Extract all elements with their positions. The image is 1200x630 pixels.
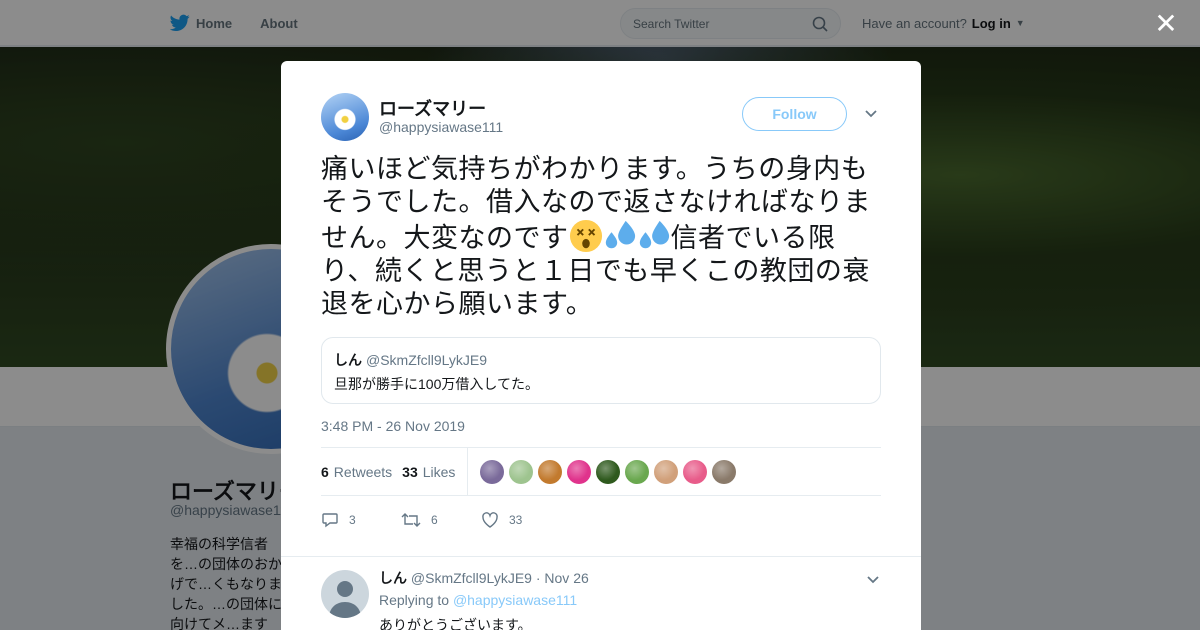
retweet-count: 6	[321, 463, 329, 480]
retweet-action-count: 6	[431, 513, 438, 527]
liker-avatar[interactable]	[480, 459, 505, 484]
tweet-text: 痛いほど気持ちがわかります。うちの身内もそうでした。借入なので返さなければなりま…	[321, 153, 886, 321]
quoted-name: しん	[334, 352, 362, 368]
author-handle[interactable]: @happysiawase111	[379, 119, 503, 135]
stat-counts: 6 Retweets 33 Likes	[321, 448, 469, 495]
heart-icon	[482, 512, 498, 528]
reply-count: 3	[349, 513, 356, 527]
likers-avatars	[480, 459, 737, 484]
tweet-header: ローズマリー @happysiawase111 Follow	[321, 93, 881, 141]
follow-button[interactable]: Follow	[742, 97, 847, 131]
reply-author-handle[interactable]: @SkmZfcll9LykJE9	[411, 570, 532, 586]
tweet-modal: ローズマリー @happysiawase111 Follow 痛いほど気持ちがわ…	[281, 61, 921, 630]
close-icon[interactable]: ✕	[1152, 10, 1180, 38]
liker-avatar[interactable]	[596, 459, 621, 484]
like-label: Likes	[422, 463, 456, 480]
reply-author-name[interactable]: しん	[379, 570, 407, 586]
retweet-action[interactable]: 6	[401, 511, 481, 529]
tweet-actions: 3 6 33	[321, 506, 881, 534]
retweet-label: Retweets	[333, 463, 393, 480]
reply-separator: ·	[535, 570, 541, 586]
author-avatar[interactable]	[321, 93, 369, 141]
reply-author-avatar[interactable]	[321, 570, 369, 618]
chevron-down-icon[interactable]	[863, 105, 879, 121]
quoted-author: しん @SkmZfcll9LykJE9	[334, 350, 868, 370]
chevron-down-icon[interactable]	[865, 571, 881, 587]
liker-avatar[interactable]	[683, 459, 708, 484]
default-avatar-icon	[329, 581, 361, 618]
tweet-stats: 6 Retweets 33 Likes	[321, 447, 881, 496]
quoted-text: 旦那が勝手に100万借入してた。	[334, 376, 539, 392]
tweet-timestamp[interactable]: 3:48 PM - 26 Nov 2019	[321, 418, 465, 434]
liker-avatar[interactable]	[712, 459, 737, 484]
quoted-tweet[interactable]: しん @SkmZfcll9LykJE9 旦那が勝手に100万借入してた。	[321, 337, 881, 404]
reply-icon	[322, 513, 338, 528]
like-stat[interactable]: 33 Likes	[402, 464, 455, 480]
reply-action[interactable]: 3	[321, 511, 401, 529]
reply-date[interactable]: Nov 26	[544, 570, 588, 586]
liker-avatar[interactable]	[538, 459, 563, 484]
like-action[interactable]: 33	[481, 511, 561, 529]
liker-avatar[interactable]	[654, 459, 679, 484]
like-action-count: 33	[509, 513, 523, 527]
reply-text: ありがとうございます。	[379, 617, 532, 630]
replying-to-label: Replying to	[379, 592, 450, 608]
retweet-icon	[401, 513, 421, 527]
retweet-stat[interactable]: 6 Retweets	[321, 464, 392, 480]
sweat-droplets-icon	[639, 220, 669, 249]
liker-avatar[interactable]	[625, 459, 650, 484]
author-name[interactable]: ローズマリー	[379, 95, 486, 121]
reply-tweet[interactable]: しん @SkmZfcll9LykJE9 · Nov 26 Replying to…	[281, 556, 921, 630]
reply-author: しん @SkmZfcll9LykJE9 · Nov 26	[379, 568, 589, 588]
liker-avatar[interactable]	[567, 459, 592, 484]
quoted-handle: @SkmZfcll9LykJE9	[366, 352, 488, 368]
dizzy-face-icon	[569, 219, 602, 253]
replying-to: Replying to @happysiawase111	[379, 592, 577, 608]
liker-avatar[interactable]	[509, 459, 534, 484]
replying-to-link[interactable]: @happysiawase111	[453, 592, 577, 608]
like-count: 33	[402, 463, 418, 480]
sweat-droplets-icon	[605, 220, 635, 249]
